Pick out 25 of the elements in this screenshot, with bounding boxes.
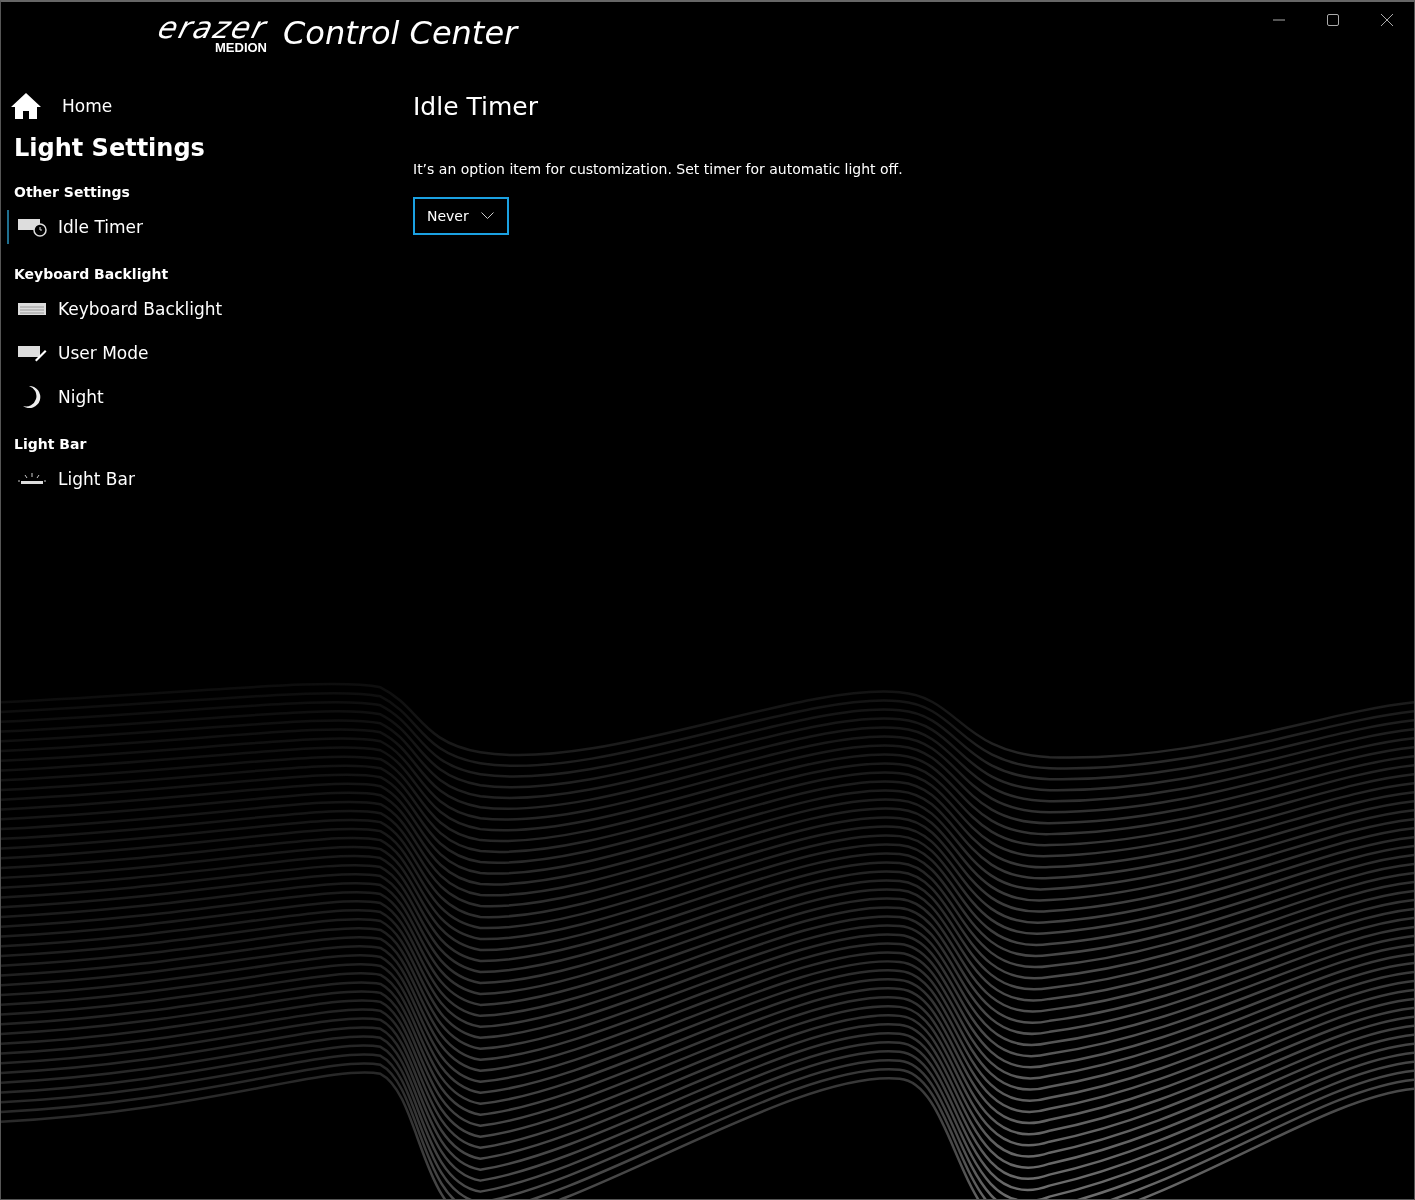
keyboard-clock-icon bbox=[17, 217, 47, 237]
sidebar-item[interactable]: Keyboard Backlight bbox=[7, 292, 401, 326]
light-bar-icon bbox=[17, 471, 47, 487]
maximize-icon bbox=[1327, 14, 1339, 26]
brand-logo-text: erazer bbox=[155, 12, 271, 43]
sidebar-item[interactable]: Idle Timer bbox=[7, 210, 401, 244]
sidebar-title: Light Settings bbox=[13, 134, 206, 162]
section-heading: Other Settings bbox=[13, 184, 131, 200]
timer-dropdown[interactable]: Never bbox=[413, 197, 509, 235]
description-text: It’s an option item for customization. Set timer for automatic light off. bbox=[413, 161, 903, 177]
home-icon bbox=[10, 92, 42, 120]
sidebar-item[interactable]: User Mode bbox=[7, 336, 401, 370]
sidebar-item[interactable]: Night bbox=[7, 380, 401, 414]
minimize-icon bbox=[1273, 19, 1285, 21]
sidebar-item[interactable]: Light Bar bbox=[7, 462, 401, 496]
maker-logo-text: MEDION bbox=[215, 40, 267, 54]
section-heading: Light Bar bbox=[13, 436, 88, 452]
close-icon bbox=[1381, 14, 1393, 26]
page-title: Idle Timer bbox=[413, 92, 539, 121]
section-heading: Keyboard Backlight bbox=[13, 266, 170, 282]
keyboard-pen-icon bbox=[17, 344, 47, 362]
window-title: Control Center bbox=[283, 14, 518, 52]
home-link[interactable]: Home bbox=[1, 92, 401, 120]
chevron-down-icon bbox=[480, 212, 494, 220]
keyboard-icon bbox=[17, 301, 47, 317]
